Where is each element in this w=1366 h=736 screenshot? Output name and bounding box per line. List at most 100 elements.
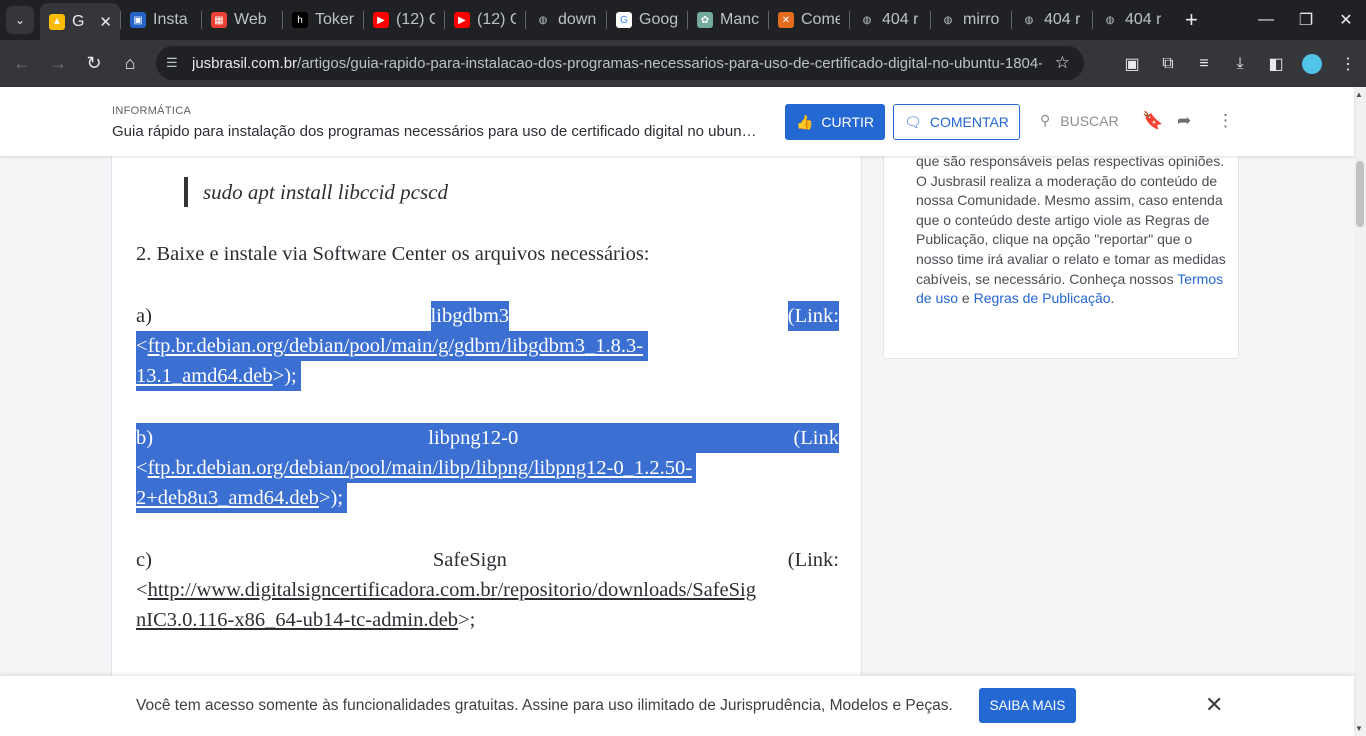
google-favicon-icon: G — [616, 12, 632, 28]
new-tab-icon[interactable]: + — [1185, 7, 1198, 33]
browser-tab-bar: ⌄ ▲ G ✕ ▣ Insta ▦ Web h Toker ▶ (12) C ▶ (12) C ◍ down… — [0, 0, 1366, 40]
tab-search-button[interactable]: ⌄ — [6, 6, 34, 34]
maximize-icon[interactable]: ❐ — [1286, 10, 1326, 30]
globe-favicon-icon: ◍ — [943, 14, 953, 26]
bookmark-icon[interactable]: 🔖 — [1142, 111, 1163, 131]
download-icon[interactable]: ⤓ — [1222, 55, 1258, 73]
extensions-icon[interactable]: ⧉ — [1150, 55, 1186, 73]
side-panel-icon[interactable]: ◧ — [1258, 54, 1294, 74]
item-a-letter: a) — [136, 305, 152, 327]
browser-tab[interactable]: ◍ down — [526, 3, 606, 37]
toolbar-actions: ▣ ⧉ ≡ ⤓ ◧ ⋮ — [1114, 40, 1366, 87]
address-bar[interactable]: ☰ jusbrasil.com.br/artigos/guia-rapido-p… — [156, 46, 1084, 80]
item-c-name: SafeSign — [432, 549, 507, 571]
tab-title: Insta — [153, 11, 188, 28]
yt-favicon-icon: ▶ — [373, 12, 389, 28]
comment-button[interactable]: 🗨 COMENTAR — [893, 104, 1020, 140]
article-category[interactable]: INFORMÁTICA — [112, 105, 191, 117]
scroll-up-icon[interactable]: ▲ — [1355, 90, 1363, 99]
search-button[interactable]: ⚲ BUSCAR — [1040, 112, 1119, 129]
scroll-thumb[interactable] — [1356, 161, 1364, 227]
reload-icon[interactable]: ↻ — [76, 53, 112, 74]
tab-title: Web — [234, 11, 267, 28]
back-icon[interactable]: ← — [4, 53, 40, 74]
screenshot-extension-icon[interactable]: ▣ — [1114, 54, 1150, 74]
browser-tab[interactable]: ▣ Insta — [121, 3, 201, 37]
tab-title: 404 r — [1044, 11, 1081, 28]
lt-sign: < — [136, 579, 148, 601]
browser-tab[interactable]: ◍ mirro — [931, 3, 1011, 37]
browser-tab[interactable]: ▶ (12) C — [364, 3, 444, 37]
share-icon[interactable]: ➦ — [1177, 111, 1191, 131]
forward-icon[interactable]: → — [40, 53, 76, 74]
tab-title: down — [558, 11, 597, 28]
moderation-notice-card: que são responsáveis pelas respectivas o… — [883, 150, 1239, 359]
item-c-link[interactable]: http://www.digitalsigncertificadora.com.… — [148, 579, 756, 601]
scroll-down-icon[interactable]: ▼ — [1355, 724, 1363, 733]
browser-tab[interactable]: ◍ 404 r — [850, 3, 930, 37]
item-a-link[interactable]: ftp.br.debian.org/debian/pool/main/g/gdb… — [148, 335, 644, 357]
browser-tab[interactable]: ▦ Web — [202, 3, 282, 37]
browser-tab[interactable]: ◍ 404 r — [1012, 3, 1092, 37]
tab-title: G — [72, 12, 85, 30]
comment-label: COMENTAR — [929, 114, 1009, 130]
minimize-icon[interactable]: — — [1246, 11, 1286, 29]
home-icon[interactable]: ⌂ — [112, 53, 148, 74]
more-options-icon[interactable]: ⋮ — [1217, 111, 1234, 131]
tab-title: Come — [801, 11, 840, 28]
command-quote: sudo apt install libccid pcscd — [184, 177, 448, 207]
publication-rules-link[interactable]: Regras de Publicação — [974, 290, 1111, 306]
like-button[interactable]: 👍 CURTIR — [785, 104, 885, 140]
tab-title: Goog — [639, 11, 678, 28]
item-c-link-cont[interactable]: nIC3.0.116-x86_64-ub14-tc-admin.deb — [136, 609, 458, 631]
conjunction: e — [958, 290, 974, 307]
tab-title: (12) C — [477, 11, 516, 28]
lt-sign: < — [136, 457, 148, 479]
lt-sign: < — [136, 335, 148, 357]
page-scrollbar[interactable]: ▲ ▼ — [1354, 87, 1366, 736]
browser-tab[interactable]: h Toker — [283, 3, 363, 37]
media-queue-icon[interactable]: ≡ — [1186, 55, 1222, 73]
close-window-icon[interactable]: ✕ — [1326, 10, 1366, 30]
comment-icon: 🗨 — [904, 113, 922, 130]
com-favicon-icon: ✕ — [778, 12, 794, 28]
globe-favicon-icon: ◍ — [862, 14, 872, 26]
item-b-link[interactable]: ftp.br.debian.org/debian/pool/main/libp/… — [148, 457, 693, 479]
learn-more-button[interactable]: SAIBA MAIS — [979, 688, 1076, 723]
tab-title: mirro — [963, 11, 1000, 28]
bookmark-star-icon[interactable]: ☆ — [1055, 53, 1070, 73]
browser-tab[interactable]: ▲ G ✕ — [40, 3, 120, 40]
tab-title: 404 r — [1125, 11, 1162, 28]
window-controls: — ❐ ✕ — [1246, 0, 1366, 40]
gpt-favicon-icon: ✿ — [697, 12, 713, 28]
item-a-link-cont[interactable]: 13.1_amd64.deb — [136, 365, 273, 387]
item-b-link-open: (Link — [793, 427, 839, 449]
yt-favicon-icon: ▶ — [454, 12, 470, 28]
article-sticky-header: INFORMÁTICA Guia rápido para instalação … — [0, 87, 1354, 156]
browser-tab[interactable]: G Goog — [607, 3, 687, 37]
item-b-name: libpng12-0 — [428, 427, 519, 449]
profile-avatar[interactable] — [1302, 53, 1322, 74]
browser-tab[interactable]: ◍ 404 r — [1093, 3, 1173, 37]
tab-title: Manc — [720, 11, 759, 28]
moderation-notice: que são responsáveis pelas respectivas o… — [916, 152, 1226, 309]
browser-tab[interactable]: ▶ (12) C — [445, 3, 525, 37]
tab-title: 404 r — [882, 11, 919, 28]
period: . — [1110, 290, 1115, 307]
moderation-text: que são responsáveis pelas respectivas o… — [916, 153, 1226, 287]
close-tab-icon[interactable]: ✕ — [99, 13, 112, 31]
browser-tab[interactable]: ✕ Come — [769, 3, 849, 37]
search-label: BUSCAR — [1060, 112, 1119, 129]
subscription-banner: Você tem acesso somente às funcionalidad… — [0, 676, 1354, 736]
chrome-menu-icon[interactable]: ⋮ — [1330, 54, 1366, 74]
tab-title: Toker — [315, 11, 354, 28]
inst-favicon-icon: ▣ — [130, 12, 146, 28]
site-info-icon[interactable]: ☰ — [166, 55, 184, 71]
close-icon[interactable]: ✕ — [1205, 692, 1223, 718]
item-b-link-cont[interactable]: 2+deb8u3_amd64.deb — [136, 487, 319, 509]
browser-tab[interactable]: ✿ Manc — [688, 3, 768, 37]
item-a-tail: >); — [272, 365, 297, 387]
url-text: jusbrasil.com.br/artigos/guia-rapido-par… — [192, 54, 1042, 72]
globe-favicon-icon: ◍ — [1024, 14, 1034, 26]
tok-favicon-icon: h — [292, 12, 308, 28]
